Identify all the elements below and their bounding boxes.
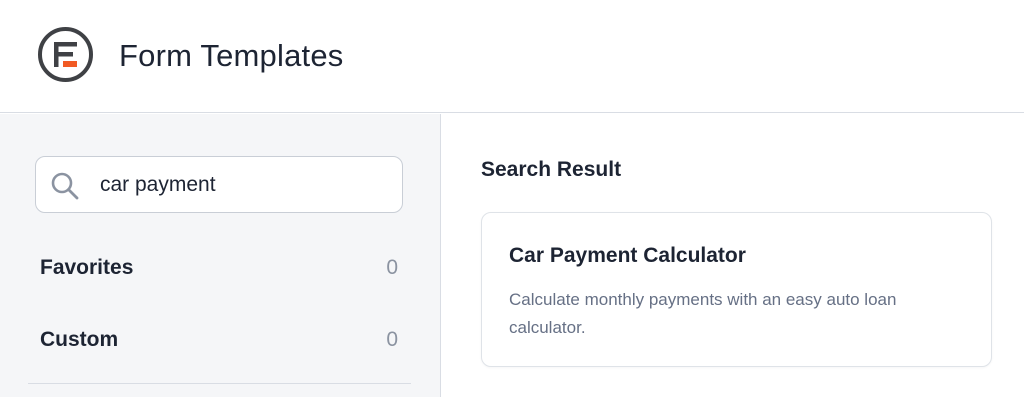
template-card-title: Car Payment Calculator: [509, 244, 746, 267]
sidebar-item-label: Favorites: [40, 256, 134, 279]
template-card-description: Calculate monthly payments with an easy …: [509, 290, 897, 337]
sidebar-item-count: 0: [386, 328, 398, 351]
sidebar-item-custom[interactable]: Custom 0: [40, 324, 400, 358]
sidebar-item-count: 0: [386, 256, 398, 279]
search-box[interactable]: [35, 156, 403, 213]
app-header: Form Templates: [0, 0, 1024, 113]
sidebar-divider: [28, 383, 411, 384]
main-content: Search Result Car Payment Calculator Cal…: [442, 114, 1024, 397]
formidable-logo-icon[interactable]: [37, 26, 94, 83]
sidebar-item-label: Custom: [40, 328, 119, 351]
template-card[interactable]: Car Payment Calculator Calculate monthly…: [481, 212, 992, 367]
search-input[interactable]: [100, 167, 390, 203]
sidebar: Favorites 0 Custom 0: [0, 114, 441, 397]
page-title: Form Templates: [119, 38, 344, 73]
sidebar-item-favorites[interactable]: Favorites 0: [40, 252, 400, 286]
search-icon: [51, 172, 79, 200]
section-title: Search Result: [481, 158, 622, 181]
